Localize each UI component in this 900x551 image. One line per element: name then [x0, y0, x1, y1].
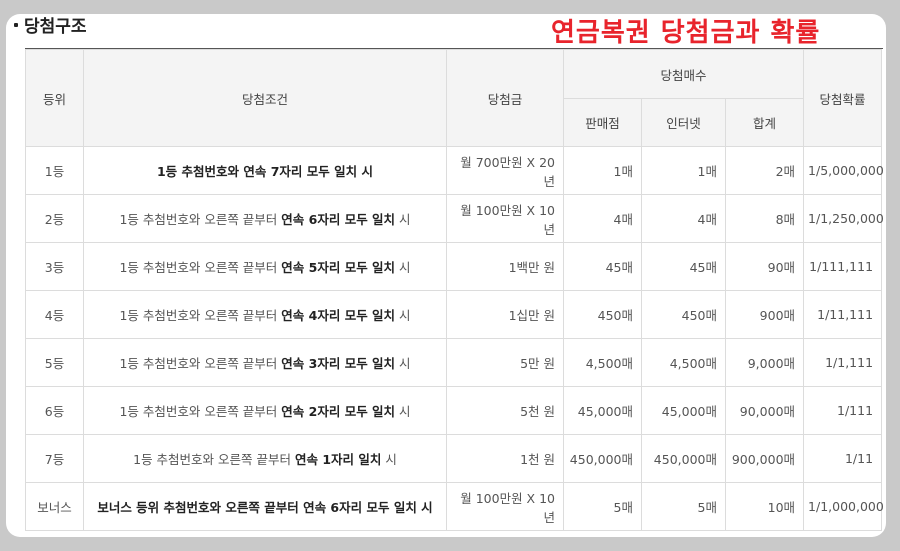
condition-cell: 1등 추첨번호와 오른쪽 끝부터 연속 4자리 모두 일치 시	[83, 290, 447, 339]
store-count-cell: 4,500매	[563, 338, 642, 387]
prize-cell: 월 100만원 X 10년	[446, 482, 564, 531]
table-row: 3등 1등 추첨번호와 오른쪽 끝부터 연속 5자리 모두 일치 시 1백만 원 45…	[25, 242, 883, 291]
condition-highlight: 연속 6자리 모두 일치	[281, 212, 396, 227]
total-count-cell: 900,000매	[724, 434, 805, 483]
probability-cell: 1/111,111	[803, 242, 883, 291]
table-header-row: 등위 당첨조건 당첨금 당첨매수 당첨확률	[25, 49, 883, 147]
internet-count-cell: 4매	[641, 194, 726, 243]
internet-count-cell: 450,000매	[641, 434, 726, 483]
condition-cell: 1등 추첨번호와 연속 7자리 모두 일치 시	[83, 146, 447, 195]
prize-cell: 월 700만원 X 20년	[446, 146, 564, 195]
probability-cell: 1/1,250,000	[803, 194, 884, 243]
internet-count-cell: 1매	[641, 146, 726, 195]
prize-cell: 1백만 원	[446, 242, 564, 291]
condition-text: 1등 추첨번호와 오른쪽 끝부터	[119, 404, 282, 419]
prize-cell: 5만 원	[446, 338, 564, 387]
condition-highlight: 연속 3자리 모두 일치	[281, 356, 396, 371]
rank-cell: 보너스	[25, 482, 84, 531]
condition-suffix: 시	[381, 452, 397, 467]
condition-text: 1등 추첨번호와 오른쪽 끝부터	[119, 308, 282, 323]
condition-cell: 1등 추첨번호와 오른쪽 끝부터 연속 6자리 모두 일치 시	[83, 194, 447, 243]
total-count-cell: 90,000매	[724, 386, 805, 435]
condition-cell: 1등 추첨번호와 오른쪽 끝부터 연속 2자리 모두 일치 시	[83, 386, 447, 435]
condition-suffix: 시	[395, 404, 411, 419]
table-row: 5등 1등 추첨번호와 오른쪽 끝부터 연속 3자리 모두 일치 시 5만 원 4,5…	[25, 338, 883, 387]
internet-count-cell: 5매	[641, 482, 726, 531]
condition-cell: 1등 추첨번호와 오른쪽 끝부터 연속 1자리 일치 시	[83, 434, 447, 483]
store-count-cell: 5매	[563, 482, 642, 531]
condition-highlight: 연속 4자리 모두 일치	[281, 308, 396, 323]
table-row: 보너스 보너스 등위 추첨번호와 오른쪽 끝부터 연속 6자리 모두 일치 시 월 …	[25, 482, 884, 531]
store-count-cell: 45매	[563, 242, 642, 291]
condition-highlight: 보너스 등위 추첨번호와 오른쪽 끝부터 연속 6자리 모두 일치 시	[97, 500, 433, 515]
condition-text: 1등 추첨번호와 오른쪽 끝부터	[119, 356, 282, 371]
condition-text: 1등 추첨번호와 오른쪽 끝부터	[119, 260, 282, 275]
probability-cell: 1/5,000,000	[803, 146, 884, 195]
total-count-cell: 10매	[724, 482, 805, 531]
header-probability: 당첨확률	[803, 49, 883, 147]
condition-text: 1등 추첨번호와 오른쪽 끝부터	[119, 212, 282, 227]
total-count-cell: 2매	[724, 146, 805, 195]
condition-cell: 1등 추첨번호와 오른쪽 끝부터 연속 3자리 모두 일치 시	[83, 338, 447, 387]
section-heading: 당첨구조	[14, 14, 87, 37]
prize-table: 등위 당첨조건 당첨금 당첨매수 당첨확률 판매점 인터넷 합계 1등 1등 추첨…	[25, 49, 884, 531]
condition-highlight: 1등 추첨번호와 연속 7자리 모두 일치 시	[156, 164, 373, 179]
rank-cell: 5등	[25, 338, 84, 387]
condition-highlight: 연속 5자리 모두 일치	[281, 260, 396, 275]
internet-count-cell: 45,000매	[641, 386, 726, 435]
probability-cell: 1/1,111	[803, 338, 883, 387]
bullet-icon	[14, 22, 18, 27]
condition-suffix: 시	[395, 308, 411, 323]
overlay-title: 연금복권 당첨금과 확률	[551, 18, 821, 48]
total-count-cell: 90매	[724, 242, 805, 291]
condition-suffix: 시	[395, 212, 411, 227]
rank-cell: 1등	[25, 146, 84, 195]
condition-cell: 보너스 등위 추첨번호와 오른쪽 끝부터 연속 6자리 모두 일치 시	[83, 482, 447, 531]
condition-cell: 1등 추첨번호와 오른쪽 끝부터 연속 5자리 모두 일치 시	[83, 242, 447, 291]
header-prize: 당첨금	[446, 49, 564, 147]
rank-cell: 3등	[25, 242, 84, 291]
table-row: 7등 1등 추첨번호와 오른쪽 끝부터 연속 1자리 일치 시 1천 원 450,00…	[25, 434, 883, 483]
rank-cell: 4등	[25, 290, 84, 339]
table-row: 6등 1등 추첨번호와 오른쪽 끝부터 연속 2자리 모두 일치 시 5천 원 45,…	[25, 386, 883, 435]
header-condition: 당첨조건	[83, 49, 447, 147]
store-count-cell: 4매	[563, 194, 642, 243]
total-count-cell: 8매	[724, 194, 805, 243]
total-count-cell: 9,000매	[724, 338, 805, 387]
probability-cell: 1/1,000,000	[803, 482, 884, 531]
store-count-cell: 450매	[563, 290, 642, 339]
header-internet: 인터넷	[641, 98, 726, 147]
internet-count-cell: 450매	[641, 290, 726, 339]
condition-text: 1등 추첨번호와 오른쪽 끝부터	[133, 452, 295, 467]
probability-cell: 1/111	[803, 386, 883, 435]
prize-cell: 월 100만원 X 10년	[446, 194, 564, 243]
header-store: 판매점	[563, 98, 642, 147]
header-count-group: 당첨매수	[562, 49, 805, 99]
probability-cell: 1/11,111	[803, 290, 883, 339]
header-rank: 등위	[25, 49, 84, 147]
probability-cell: 1/11	[803, 434, 883, 483]
internet-count-cell: 45매	[641, 242, 726, 291]
rank-cell: 2등	[25, 194, 84, 243]
table-row: 4등 1등 추첨번호와 오른쪽 끝부터 연속 4자리 모두 일치 시 1십만 원 45…	[25, 290, 883, 339]
prize-cell: 5천 원	[446, 386, 564, 435]
rank-cell: 6등	[25, 386, 84, 435]
table-row: 1등 1등 추첨번호와 연속 7자리 모두 일치 시월 700만원 X 20년 1매…	[25, 146, 884, 195]
section-title: 당첨구조	[24, 17, 87, 37]
condition-suffix: 시	[395, 356, 411, 371]
prize-cell: 1천 원	[446, 434, 564, 483]
prize-cell: 1십만 원	[446, 290, 564, 339]
condition-highlight: 연속 1자리 일치	[294, 452, 382, 467]
content-card: 당첨구조 연금복권 당첨금과 확률 등위 당첨조건 당첨금 당첨매수 당첨확률 …	[6, 14, 886, 537]
rank-cell: 7등	[25, 434, 84, 483]
condition-highlight: 연속 2자리 모두 일치	[281, 404, 396, 419]
header-total: 합계	[724, 98, 805, 147]
store-count-cell: 45,000매	[563, 386, 642, 435]
table-row: 2등 1등 추첨번호와 오른쪽 끝부터 연속 6자리 모두 일치 시월 100만원…	[25, 194, 884, 243]
total-count-cell: 900매	[724, 290, 805, 339]
store-count-cell: 450,000매	[563, 434, 642, 483]
store-count-cell: 1매	[563, 146, 642, 195]
internet-count-cell: 4,500매	[641, 338, 726, 387]
condition-suffix: 시	[395, 260, 411, 275]
